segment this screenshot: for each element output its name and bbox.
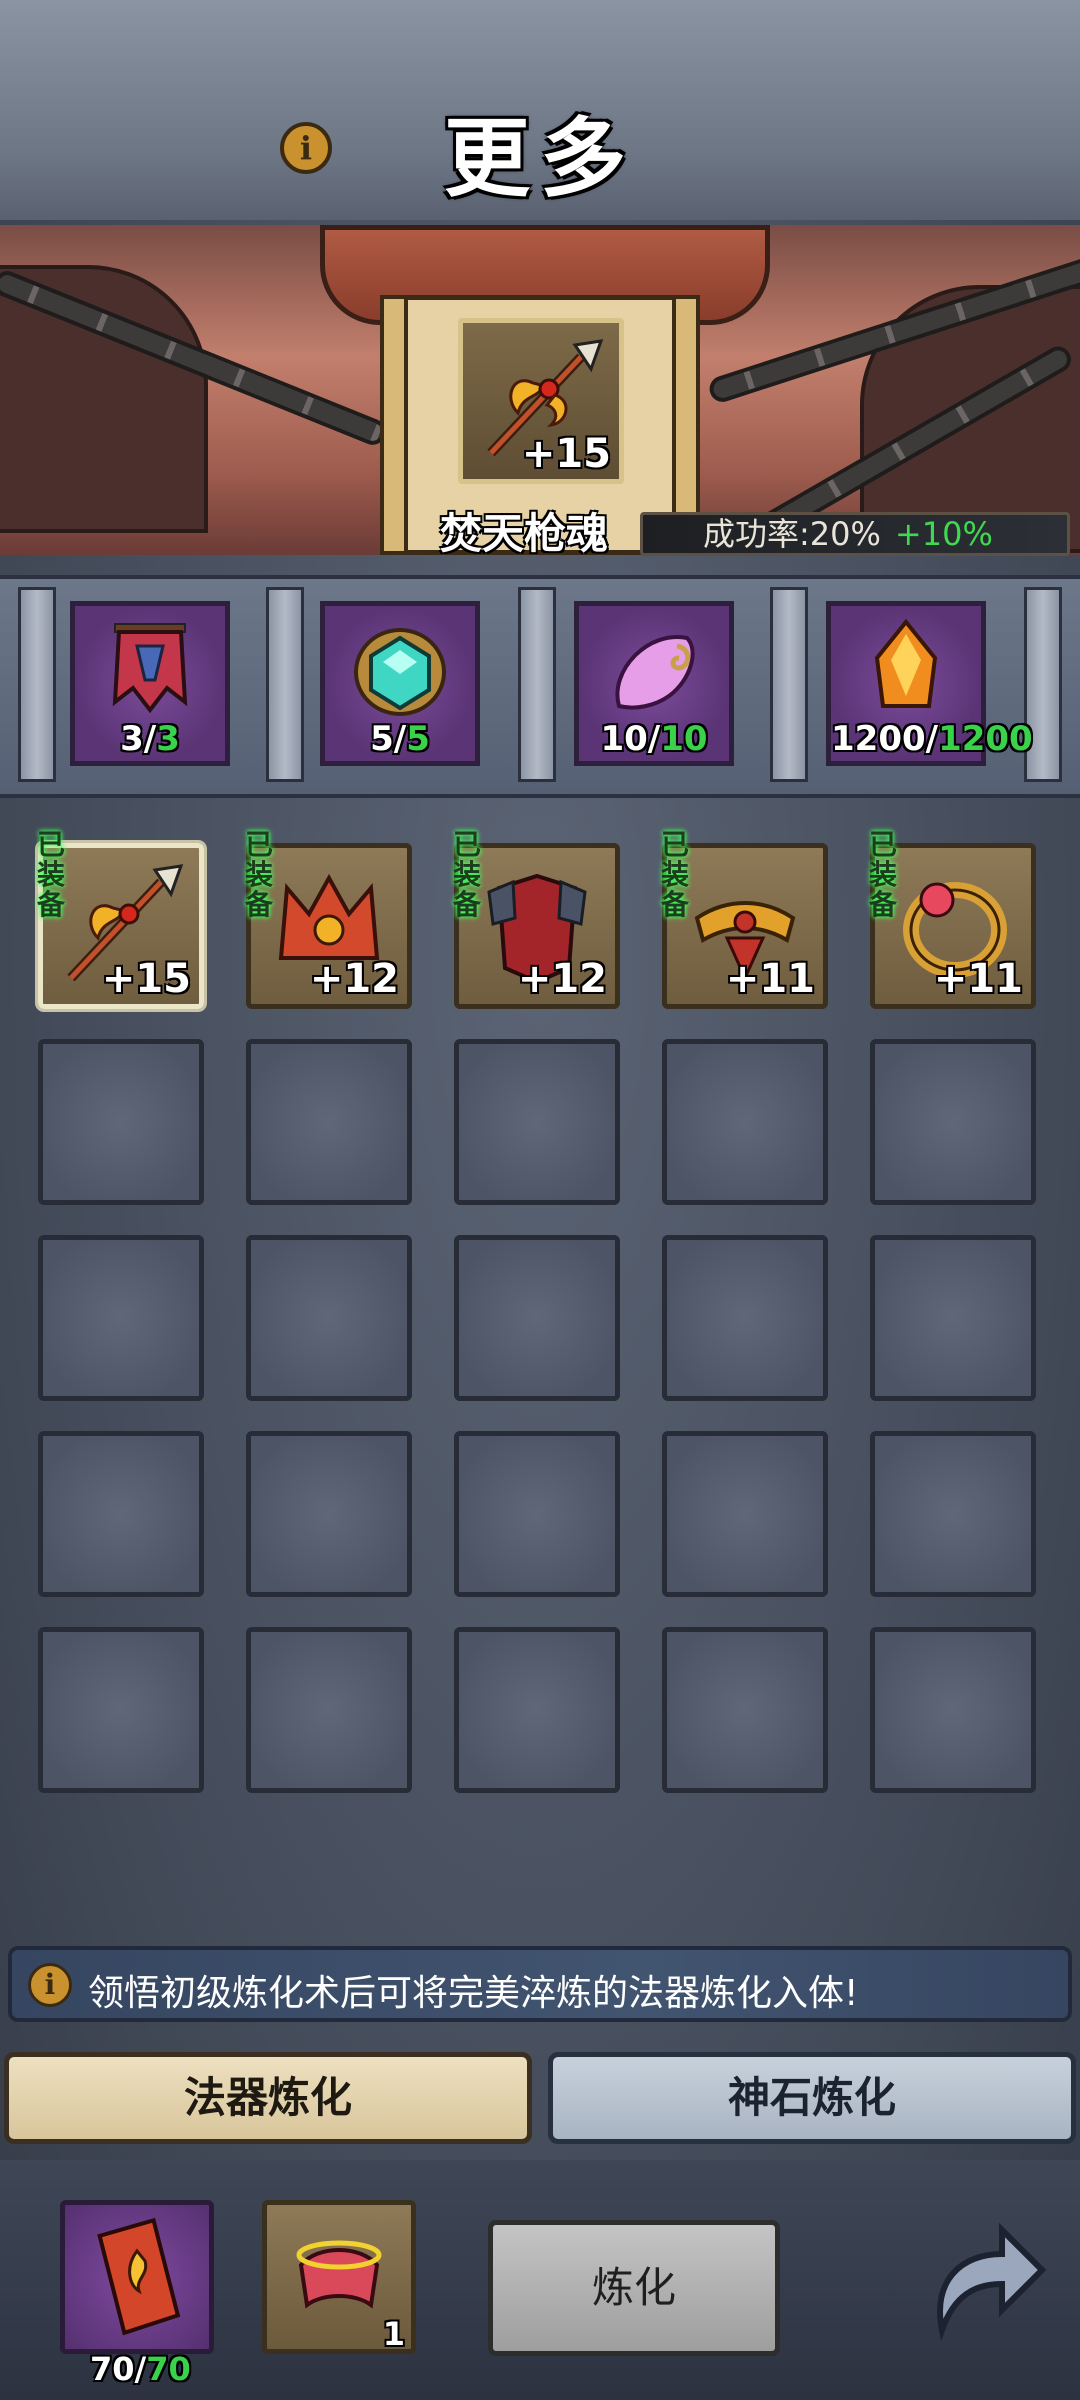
featured-item-level: +15 (521, 431, 611, 477)
return-arrow-button[interactable] (912, 2210, 1052, 2350)
featured-item-slot[interactable]: +15 (458, 318, 624, 484)
shrine-pillar (380, 295, 408, 555)
refine-button[interactable]: 炼化 (488, 2220, 780, 2356)
material-count: 1200/1200 (831, 719, 1033, 759)
equipped-tag: 已装备 (868, 828, 897, 921)
empty-slot[interactable] (454, 1235, 620, 1401)
empty-slot[interactable] (38, 1235, 204, 1401)
material-count: 5/5 (370, 719, 430, 759)
empty-slot[interactable] (454, 1431, 620, 1597)
material-slot-jade[interactable]: 10/10 (574, 601, 734, 766)
empty-slot[interactable] (38, 1039, 204, 1205)
page-title: 更多 (444, 109, 636, 209)
pillar (266, 587, 304, 782)
success-rate-label: 成功率:20% (703, 515, 881, 553)
empty-slot[interactable] (662, 1039, 828, 1205)
material-slot-gem[interactable]: 5/5 (320, 601, 480, 766)
pillar (518, 587, 556, 782)
empty-slot[interactable] (870, 1235, 1036, 1401)
inventory-item-belt[interactable]: 已装备 +11 (661, 830, 828, 1009)
material-slot-crystal[interactable]: 1200/1200 (826, 601, 1033, 766)
pillar (770, 587, 808, 782)
fire-crystal-icon (874, 618, 938, 708)
inventory-item-spear[interactable]: 已装备 +15 (37, 830, 204, 1009)
header: i 更多 (0, 0, 1080, 220)
banner-scroll-icon (112, 623, 188, 714)
info-icon: i (28, 1963, 72, 2007)
item-level: +12 (517, 956, 607, 1002)
featured-item-name: 焚天枪魂 (440, 509, 609, 558)
equipped-tag: 已装备 (36, 828, 65, 921)
empty-slot[interactable] (454, 1039, 620, 1205)
tab-artifact-refine[interactable]: 法器炼化 (4, 2052, 532, 2144)
item-level: +12 (309, 956, 399, 1002)
pillar (18, 587, 56, 782)
empty-slot[interactable] (662, 1627, 828, 1793)
empty-slot[interactable] (662, 1431, 828, 1597)
empty-slot[interactable] (870, 1431, 1036, 1597)
inventory-item-armor[interactable]: 已装备 +12 (453, 830, 620, 1009)
return-arrow-icon (937, 2222, 1047, 2342)
equipped-tag: 已装备 (244, 828, 273, 921)
inventory-item-ring[interactable]: 已装备 +11 (869, 830, 1036, 1009)
material-slot-banner[interactable]: 3/3 (70, 601, 230, 766)
red-scroll-count: 1 (382, 2315, 405, 2353)
red-scroll-slot[interactable]: 1 (262, 2200, 416, 2354)
material-count: 3/3 (120, 719, 180, 759)
empty-slot[interactable] (454, 1627, 620, 1793)
materials-bar: 3/3 5/5 10/10 1200/1200 (0, 575, 1080, 798)
tip-bar: i 领悟初级炼化术后可将完美淬炼的法器炼化入体! (8, 1946, 1072, 2022)
empty-slot[interactable] (38, 1431, 204, 1597)
flame-scroll-count: 70/70 (90, 2350, 191, 2388)
empty-slot[interactable] (870, 1039, 1036, 1205)
empty-slot[interactable] (246, 1431, 412, 1597)
flame-scroll-slot[interactable] (60, 2200, 214, 2354)
inventory-item-crown[interactable]: 已装备 +12 (245, 830, 412, 1009)
teal-gem-icon (354, 628, 446, 716)
tab-divine-stone-refine[interactable]: 神石炼化 (548, 2052, 1076, 2144)
item-level: +15 (101, 956, 191, 1002)
equipped-tag: 已装备 (660, 828, 689, 921)
empty-slot[interactable] (870, 1627, 1036, 1793)
flame-scroll-icon (97, 2217, 181, 2336)
empty-slot[interactable] (38, 1627, 204, 1793)
empty-slot[interactable] (246, 1039, 412, 1205)
tip-text: 领悟初级炼化术后可将完美淬炼的法器炼化入体! (88, 1973, 859, 2014)
success-rate-box: 成功率:20% +10% (640, 512, 1070, 556)
empty-slot[interactable] (246, 1627, 412, 1793)
material-count: 10/10 (600, 719, 708, 759)
empty-slot[interactable] (662, 1235, 828, 1401)
success-rate-bonus: +10% (894, 515, 993, 553)
item-level: +11 (933, 956, 1023, 1002)
empty-slot[interactable] (246, 1235, 412, 1401)
pink-jade-icon (615, 634, 695, 710)
equipped-tag: 已装备 (452, 828, 481, 921)
item-level: +11 (725, 956, 815, 1002)
